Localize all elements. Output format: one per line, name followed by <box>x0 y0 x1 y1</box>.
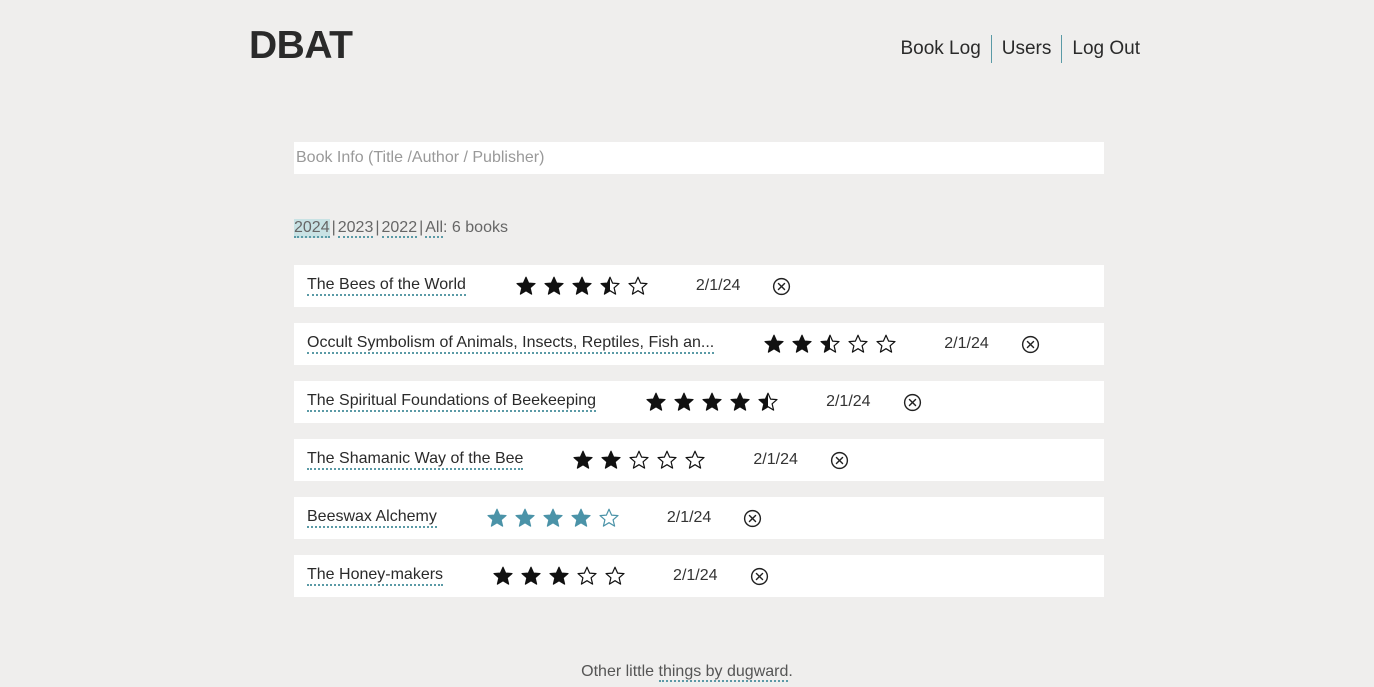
book-title-link[interactable]: The Honey-makers <box>307 566 444 586</box>
book-list: The Bees of the World 2/1/24 Occult Symbol… <box>294 265 1104 613</box>
star-empty-icon[interactable] <box>876 334 904 354</box>
footer: Other little things by dugward. <box>0 663 1374 682</box>
delete-icon[interactable] <box>743 508 763 528</box>
read-date: 2/1/24 <box>666 509 712 526</box>
nav-log-out[interactable]: Log Out <box>1062 35 1140 63</box>
star-full-icon[interactable] <box>646 392 674 412</box>
read-date: 2/1/24 <box>673 567 718 584</box>
star-half-icon[interactable] <box>820 334 848 354</box>
star-empty-icon[interactable] <box>629 450 657 470</box>
book-row: The Honey-makers 2/1/24 <box>294 555 1104 597</box>
star-full-icon[interactable] <box>544 276 572 296</box>
year-2023-link[interactable]: 2023 <box>337 219 374 238</box>
book-title-link[interactable]: The Bees of the World <box>307 276 466 296</box>
star-rating <box>646 392 786 412</box>
star-full-icon[interactable] <box>549 566 577 586</box>
book-title-link[interactable]: The Shamanic Way of the Bee <box>307 450 524 470</box>
year-separator: | <box>419 219 424 236</box>
book-row: The Shamanic Way of the Bee 2/1/24 <box>294 439 1104 481</box>
year-all-link[interactable]: All <box>425 219 444 238</box>
star-full-icon[interactable] <box>572 276 600 296</box>
star-rating <box>573 450 713 470</box>
star-rating <box>487 508 627 528</box>
star-rating <box>764 334 904 354</box>
book-search-input[interactable] <box>294 142 1104 174</box>
read-date: 2/1/24 <box>753 451 798 468</box>
book-title-link[interactable]: The Spiritual Foundations of Beekeeping <box>307 392 597 412</box>
nav-book-log[interactable]: Book Log <box>890 35 990 63</box>
book-row: The Spiritual Foundations of Beekeeping 2… <box>294 381 1104 423</box>
star-empty-icon[interactable] <box>685 450 713 470</box>
star-empty-icon[interactable] <box>657 450 685 470</box>
read-date: 2/1/24 <box>826 393 871 410</box>
delete-icon[interactable] <box>1020 334 1040 354</box>
delete-icon[interactable] <box>829 450 849 470</box>
star-full-icon[interactable] <box>730 392 758 412</box>
footer-link[interactable]: things by dugward <box>658 663 789 682</box>
star-full-icon[interactable] <box>543 508 571 528</box>
star-full-icon[interactable] <box>571 508 599 528</box>
year-separator: | <box>375 219 380 236</box>
read-date: 2/1/24 <box>944 335 989 352</box>
star-full-icon[interactable] <box>521 566 549 586</box>
star-empty-icon[interactable] <box>848 334 876 354</box>
star-full-icon[interactable] <box>702 392 730 412</box>
star-empty-icon[interactable] <box>628 276 656 296</box>
nav-users[interactable]: Users <box>992 35 1062 63</box>
year-2024-link[interactable]: 2024 <box>294 219 330 238</box>
footer-suffix: . <box>788 663 793 680</box>
star-full-icon[interactable] <box>493 566 521 586</box>
delete-icon[interactable] <box>772 276 792 296</box>
star-full-icon[interactable] <box>487 508 515 528</box>
star-empty-icon[interactable] <box>599 508 627 528</box>
year-separator: | <box>331 219 336 236</box>
star-full-icon[interactable] <box>764 334 792 354</box>
star-half-icon[interactable] <box>600 276 628 296</box>
star-empty-icon[interactable] <box>577 566 605 586</box>
year-filter: 2024 | 2023 | 2022 | All: 6 books <box>294 216 508 240</box>
star-full-icon[interactable] <box>515 508 543 528</box>
delete-icon[interactable] <box>902 392 922 412</box>
year-2022-link[interactable]: 2022 <box>381 219 418 238</box>
star-full-icon[interactable] <box>792 334 820 354</box>
book-row: Beeswax Alchemy 2/1/24 <box>294 497 1104 539</box>
star-full-icon[interactable] <box>601 450 629 470</box>
star-empty-icon[interactable] <box>605 566 633 586</box>
book-title-link[interactable]: Beeswax Alchemy <box>307 508 437 528</box>
book-count: : 6 books <box>443 219 508 236</box>
site-logo[interactable]: DBAT <box>249 24 353 68</box>
star-rating <box>516 276 656 296</box>
main-nav: Book Log Users Log Out <box>890 35 1140 63</box>
star-half-icon[interactable] <box>758 392 786 412</box>
book-row: The Bees of the World 2/1/24 <box>294 265 1104 307</box>
book-title-link[interactable]: Occult Symbolism of Animals, Insects, Re… <box>307 334 715 354</box>
book-row: Occult Symbolism of Animals, Insects, Re… <box>294 323 1104 365</box>
star-full-icon[interactable] <box>516 276 544 296</box>
footer-text: Other little <box>581 663 659 680</box>
delete-icon[interactable] <box>749 566 769 586</box>
star-full-icon[interactable] <box>674 392 702 412</box>
star-full-icon[interactable] <box>573 450 601 470</box>
read-date: 2/1/24 <box>695 277 741 294</box>
star-rating <box>493 566 633 586</box>
